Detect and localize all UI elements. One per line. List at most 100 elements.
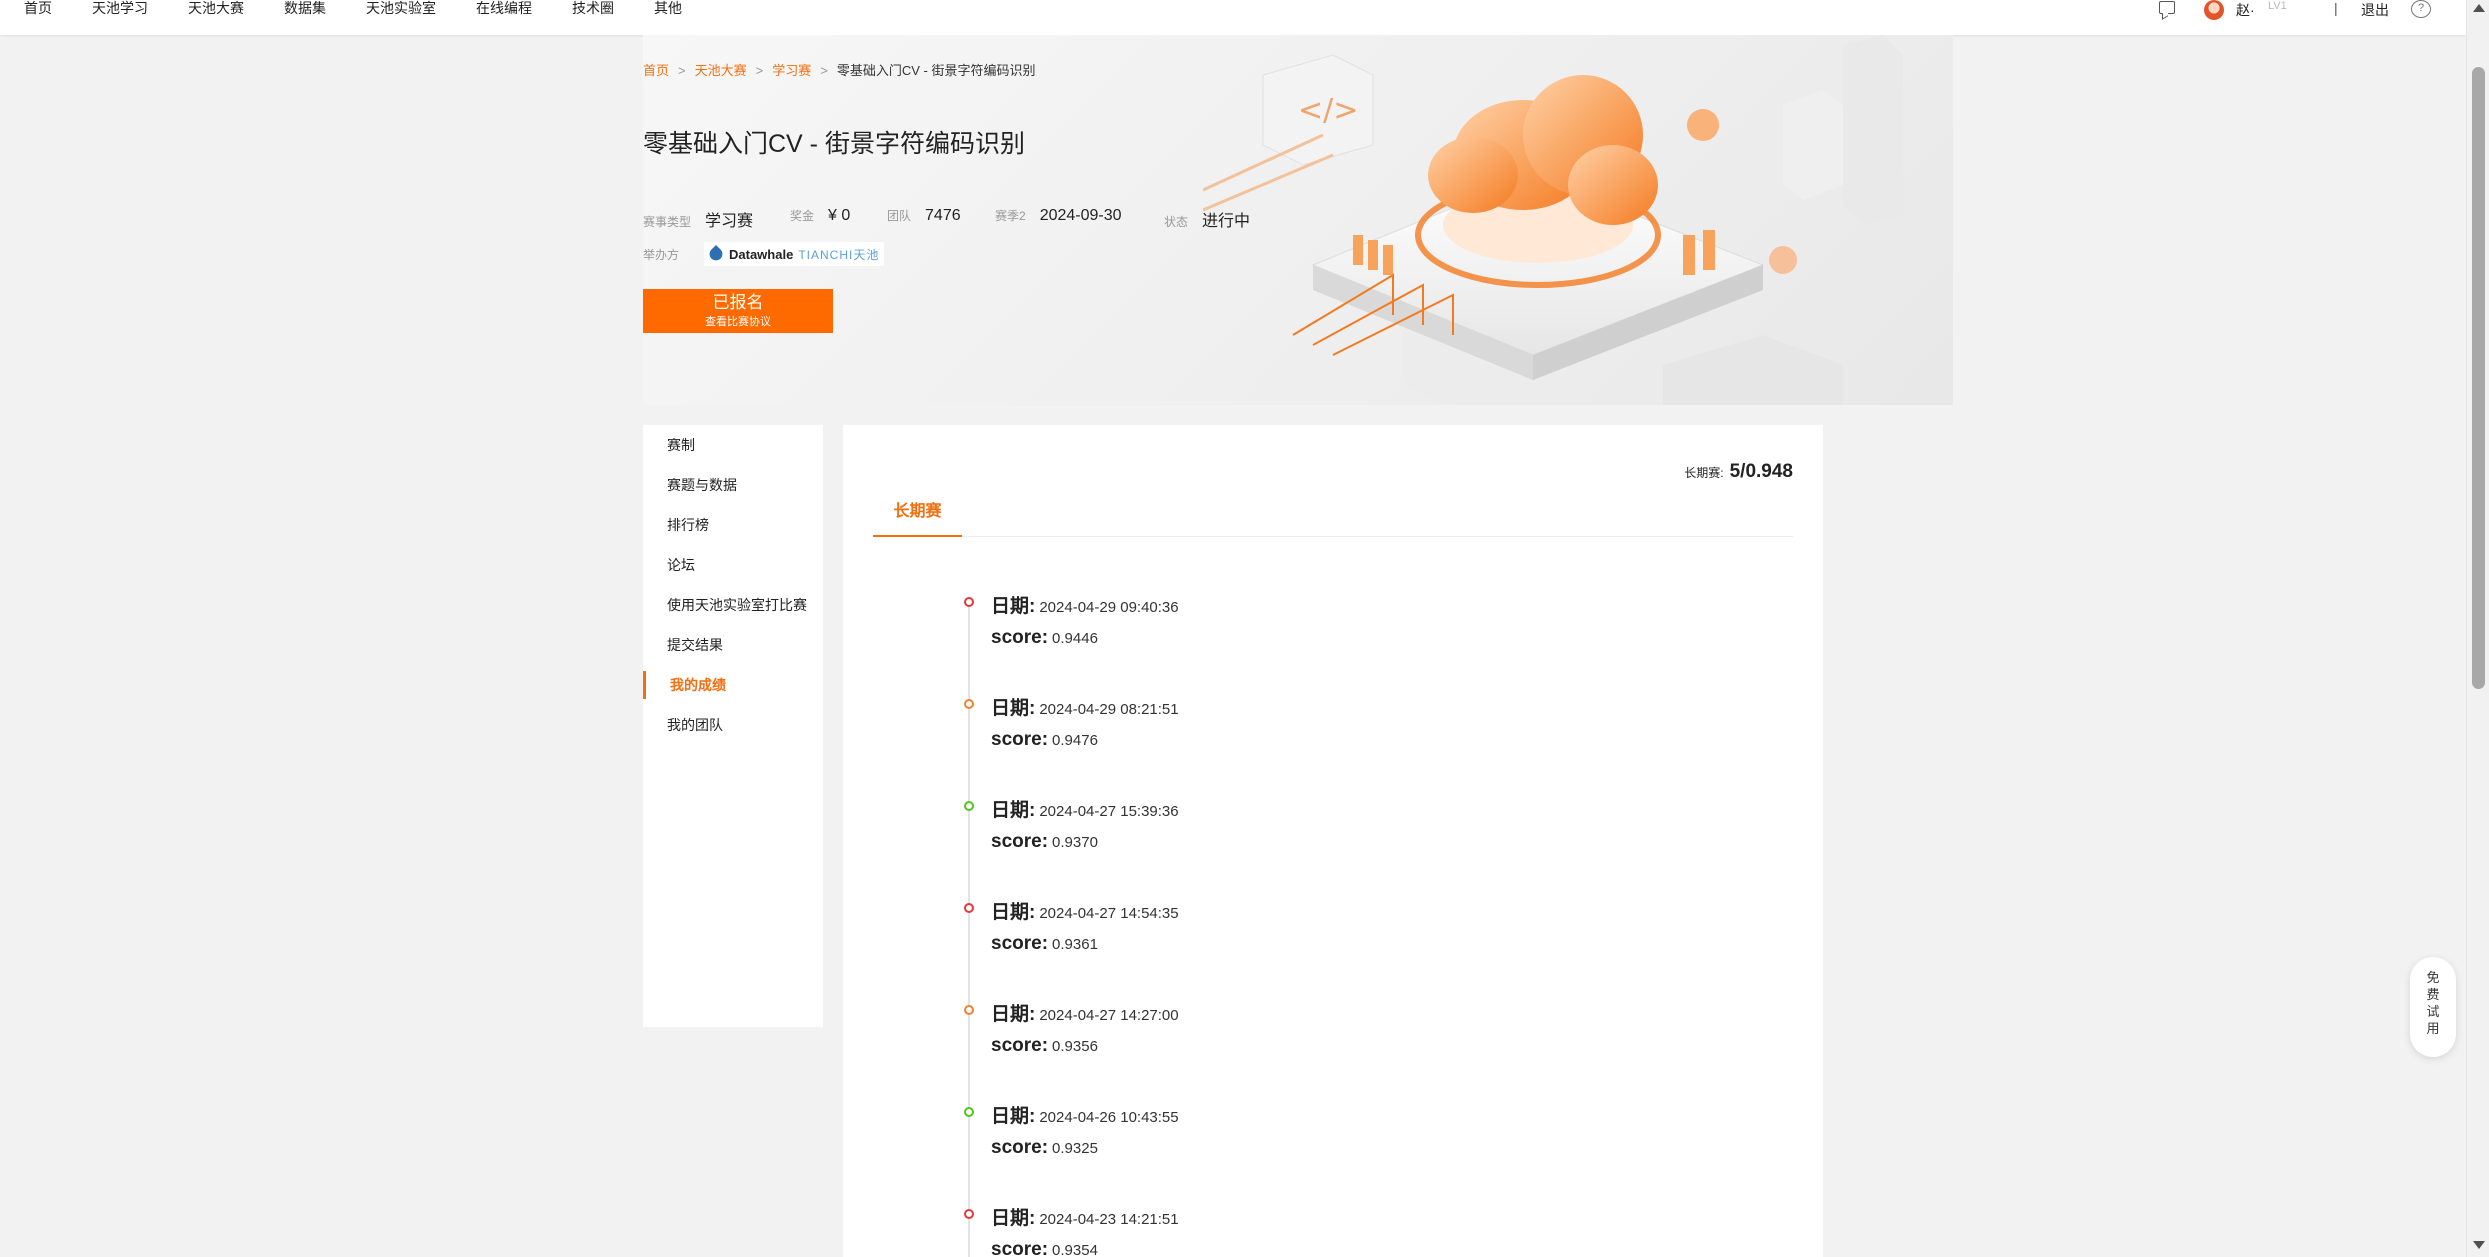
page-scrollbar[interactable] [2466,0,2489,1257]
entry-score: 0.9370 [1052,834,1098,851]
nav-other[interactable]: 其他 [654,0,682,16]
entry-date-row: 日期: 2024-04-27 15:39:36 [991,795,1179,822]
submission-entry: 日期: 2024-04-23 14:21:51 score: 0.9354 [843,1203,1743,1257]
nav-learning[interactable]: 天池学习 [92,0,148,16]
entry-date: 2024-04-29 09:40:36 [1039,599,1179,616]
avatar[interactable] [2204,0,2224,20]
breadcrumb: 首页 > 天池大赛 > 学习赛 > 零基础入门CV - 街景字符编码识别 [643,60,1035,79]
nav-datasets[interactable]: 数据集 [284,0,326,16]
breadcrumb-learning-competition[interactable]: 学习赛 [772,63,811,78]
nav-coding[interactable]: 在线编程 [476,0,532,16]
status-dot [964,801,974,811]
date-key: 日期: [991,1004,1036,1025]
entry-score: 0.9476 [1052,732,1098,749]
meta-teams: 团队 7476 [887,207,961,225]
sidebar-item-lab[interactable]: 使用天池实验室打比赛 [643,591,823,619]
nav-competition[interactable]: 天池大赛 [188,0,244,16]
meta-season: 赛季2 2024-09-30 [995,207,1122,225]
breadcrumb-current: 零基础入门CV - 街景字符编码识别 [836,63,1036,78]
entry-date: 2024-04-27 14:27:00 [1039,1007,1179,1024]
page-title: 零基础入门CV - 街景字符编码识别 [643,130,1025,158]
meta-value: ¥ 0 [828,207,851,224]
signup-status-button[interactable]: 已报名 查看比赛协议 [643,289,833,333]
logout-link[interactable]: 退出 [2361,0,2389,20]
tianchi-logo-text: TIANCHI天池 [798,247,880,262]
sidebar-item-rules[interactable]: 赛制 [643,431,823,459]
meta-value: 7476 [925,207,961,224]
score-tabs: 长期赛 [873,499,1793,537]
entry-score: 0.9356 [1052,1038,1098,1055]
organizer-logos: Datawhale TIANCHI天池 [704,242,884,266]
submission-entry: 日期: 2024-04-27 15:39:36 score: 0.9370 [843,795,1743,865]
entry-score-row: score: 0.9446 [991,627,1098,649]
svg-text:</>: </> [1298,93,1358,128]
score-key: score: [991,729,1049,750]
status-dot [964,903,974,913]
cloud-platform-illustration-icon: </> [1203,35,1903,405]
meta-label: 赛季2 [995,209,1026,223]
breadcrumb-home[interactable]: 首页 [643,63,669,78]
agreement-link[interactable]: 查看比赛协议 [643,314,833,330]
sidebar-item-my-team[interactable]: 我的团队 [643,711,823,739]
breadcrumb-separator: > [820,63,828,78]
entry-date: 2024-04-27 14:54:35 [1039,905,1179,922]
nav-tech-circle[interactable]: 技术圈 [572,0,614,16]
score-key: score: [991,627,1049,648]
submission-entry: 日期: 2024-04-27 14:27:00 score: 0.9356 [843,999,1743,1069]
entry-date: 2024-04-29 08:21:51 [1039,701,1179,718]
competition-sidebar: 赛制 赛题与数据 排行榜 论坛 使用天池实验室打比赛 提交结果 我的成绩 我的团… [643,425,823,1027]
breadcrumb-competition[interactable]: 天池大赛 [695,63,747,78]
status-dot [964,1005,974,1015]
scroll-up-arrow-icon[interactable] [2473,4,2485,12]
sidebar-item-forum[interactable]: 论坛 [643,551,823,579]
entry-date-row: 日期: 2024-04-29 09:40:36 [991,591,1179,618]
score-key: score: [991,933,1049,954]
entry-date-row: 日期: 2024-04-27 14:54:35 [991,897,1179,924]
entry-date: 2024-04-27 15:39:36 [1039,803,1179,820]
score-key: score: [991,1137,1049,1158]
submission-entry: 日期: 2024-04-26 10:43:55 score: 0.9325 [843,1101,1743,1171]
entry-date: 2024-04-26 10:43:55 [1039,1109,1179,1126]
free-trial-float-button[interactable]: 免费试用 [2410,957,2456,1057]
meta-label: 奖金 [790,209,815,223]
sidebar-item-data[interactable]: 赛题与数据 [643,471,823,499]
sidebar-item-leaderboard[interactable]: 排行榜 [643,511,823,539]
entry-score: 0.9354 [1052,1242,1098,1257]
submission-entry: 日期: 2024-04-29 08:21:51 score: 0.9476 [843,693,1743,763]
date-key: 日期: [991,596,1036,617]
best-score-label: 长期赛: [1684,466,1724,480]
meta-label: 团队 [887,209,912,223]
date-key: 日期: [991,800,1036,821]
datawhale-logo-text: Datawhale [729,246,794,262]
scroll-thumb[interactable] [2472,67,2485,689]
meta-value: 进行中 [1202,213,1251,230]
meta-type: 赛事类型 学习赛 [643,207,753,231]
entry-score-row: score: 0.9325 [991,1137,1098,1159]
message-icon[interactable] [2159,1,2175,14]
tab-long-term[interactable]: 长期赛 [873,499,962,537]
entry-date-row: 日期: 2024-04-27 14:27:00 [991,999,1179,1026]
date-key: 日期: [991,698,1036,719]
date-key: 日期: [991,902,1036,923]
meta-value: 学习赛 [705,213,754,230]
free-trial-label: 免费试用 [2426,970,2440,1036]
my-scores-panel: 长期赛: 5/0.948 长期赛 日期: 2024-04-29 09:40:36 s… [843,425,1823,1257]
entry-score-row: score: 0.9476 [991,729,1098,751]
meta-status: 状态 进行中 [1164,207,1250,231]
meta-label: 赛事类型 [643,215,692,229]
scroll-down-arrow-icon[interactable] [2473,1241,2485,1249]
sidebar-item-submit[interactable]: 提交结果 [643,631,823,659]
entry-score: 0.9325 [1052,1140,1098,1157]
nav-home[interactable]: 首页 [24,0,52,16]
username[interactable]: 赵· [2236,0,2255,20]
entry-score: 0.9446 [1052,630,1098,647]
best-score: 长期赛: 5/0.948 [1684,461,1793,483]
score-key: score: [991,1035,1049,1056]
entry-date-row: 日期: 2024-04-23 14:21:51 [991,1203,1179,1230]
entry-date: 2024-04-23 14:21:51 [1039,1211,1179,1228]
help-icon[interactable]: ? [2411,0,2431,18]
organizer-label: 举办方 [643,248,680,262]
sidebar-item-my-scores[interactable]: 我的成绩 [643,671,823,699]
meta-prize: 奖金 ¥ 0 [790,207,850,225]
nav-lab[interactable]: 天池实验室 [366,0,436,16]
